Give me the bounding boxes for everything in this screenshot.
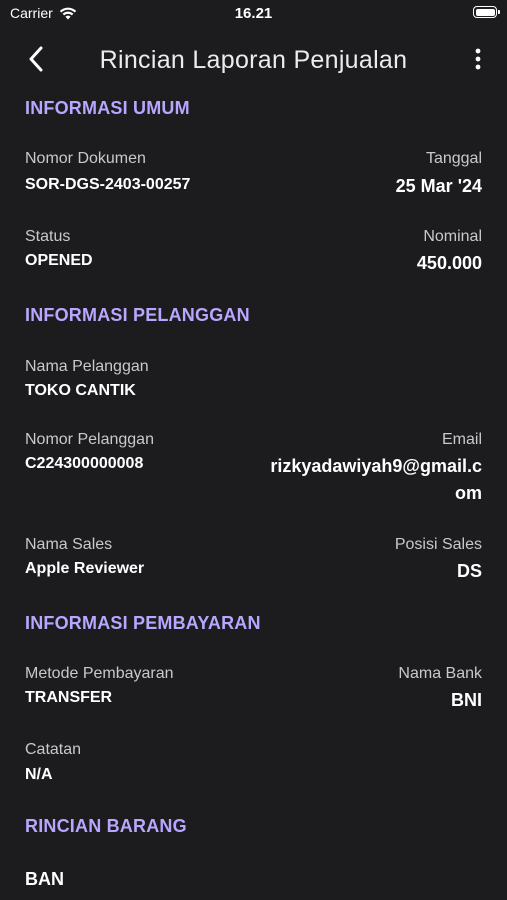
nomor-pelanggan-label: Nomor Pelanggan: [25, 431, 154, 448]
email-label: Email: [441, 431, 482, 448]
metode-pembayaran-label: Metode Pembayaran: [25, 665, 174, 682]
tanggal-label: Tanggal: [425, 150, 482, 167]
nominal-value: 450.000: [416, 253, 482, 273]
more-vertical-icon: [475, 48, 481, 75]
catatan-value: N/A: [25, 766, 53, 783]
more-options-button[interactable]: [467, 46, 489, 76]
nominal-label: Nominal: [423, 228, 482, 245]
section-title-informasi-umum: INFORMASI UMUM: [25, 98, 190, 118]
battery-icon: [473, 6, 500, 18]
nama-bank-value: BNI: [451, 690, 482, 710]
nama-pelanggan-label: Nama Pelanggan: [25, 358, 149, 375]
section-title-informasi-pelanggan: INFORMASI PELANGGAN: [25, 305, 250, 325]
tanggal-value: 25 Mar '24: [395, 176, 482, 196]
status-value: OPENED: [25, 252, 93, 269]
list-item[interactable]: BAN: [25, 869, 64, 890]
section-title-informasi-pembayaran: INFORMASI PEMBAYARAN: [25, 613, 261, 633]
nomor-pelanggan-value: C224300000008: [25, 455, 144, 472]
metode-pembayaran-value: TRANSFER: [25, 689, 113, 706]
nama-sales-label: Nama Sales: [25, 536, 113, 553]
nama-pelanggan-value: TOKO CANTIK: [25, 382, 136, 399]
status-time: 16.21: [234, 5, 273, 22]
posisi-sales-label: Posisi Sales: [394, 536, 482, 553]
status-label: Status: [25, 228, 71, 245]
catatan-label: Catatan: [25, 741, 82, 758]
nama-bank-label: Nama Bank: [398, 665, 482, 682]
posisi-sales-value: DS: [456, 561, 482, 581]
page-title: Rincian Laporan Penjualan: [99, 46, 408, 74]
status-bar: Carrier 16.21: [0, 0, 507, 28]
email-value: rizkyadawiyah9@gmail.com: [270, 456, 482, 503]
section-title-rincian-barang: RINCIAN BARANG: [25, 816, 187, 836]
nama-sales-value: Apple Reviewer: [25, 560, 145, 577]
navigation-bar: Rincian Laporan Penjualan: [0, 38, 507, 84]
nomor-dokumen-label: Nomor Dokumen: [25, 150, 146, 167]
nomor-dokumen-value: SOR-DGS-2403-00257: [25, 176, 191, 193]
